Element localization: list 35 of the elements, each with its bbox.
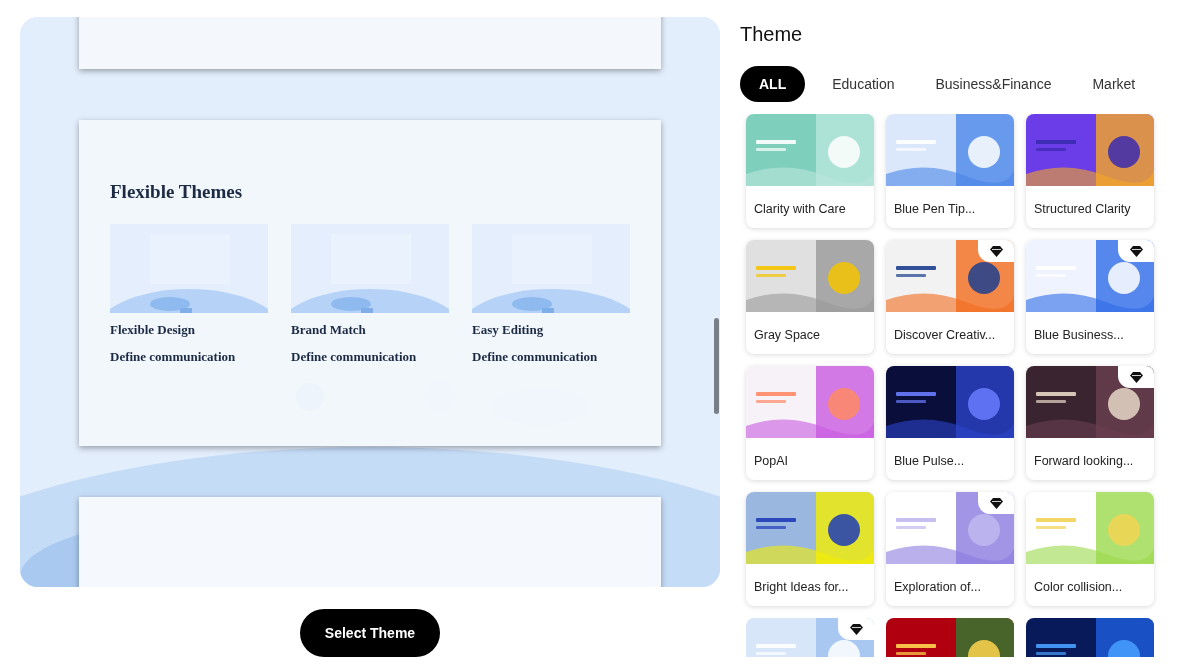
- card-title: Color collision...: [1033, 579, 1124, 596]
- card-title: Bright Ideas for...: [753, 579, 850, 596]
- card-title: Clarity with Care: [753, 201, 847, 218]
- theme-card[interactable]: Structured Clarity: [1026, 114, 1154, 228]
- card-title: Forward looking...: [1033, 453, 1135, 470]
- theme-card[interactable]: Exploration of...: [886, 492, 1014, 606]
- card-title: PopAI: [753, 453, 790, 470]
- theme-card[interactable]: Clarity with Care: [746, 114, 874, 228]
- panel-title: Theme: [740, 22, 804, 46]
- card-title: Blue Pulse...: [893, 453, 966, 470]
- card-title: Structured Clarity: [1033, 201, 1132, 218]
- diamond-icon: [989, 497, 1003, 509]
- card-title: Blue Business...: [1033, 327, 1125, 344]
- select-theme-button[interactable]: Select Theme: [299, 609, 441, 657]
- theme-card[interactable]: PopAI: [746, 366, 874, 480]
- theme-card[interactable]: Forward looking...: [1026, 366, 1154, 480]
- theme-card[interactable]: Bright Ideas for...: [746, 492, 874, 606]
- card-title: Exploration of...: [893, 579, 982, 596]
- category-tab[interactable]: Education: [818, 66, 909, 102]
- theme-card[interactable]: Gray Space: [746, 240, 874, 354]
- theme-card[interactable]: Blue Pulse...: [886, 366, 1014, 480]
- diamond-icon: [989, 245, 1003, 257]
- diamond-icon: [849, 623, 863, 635]
- card-title: Gray Space: [753, 327, 821, 344]
- diamond-icon: [1129, 245, 1143, 257]
- theme-card[interactable]: Blue Pen Tip...: [886, 114, 1014, 228]
- theme-card[interactable]: Discover Creativ...: [886, 240, 1014, 354]
- card-title: Discover Creativ...: [893, 327, 997, 344]
- category-tab[interactable]: ALL: [740, 66, 806, 102]
- theme-card[interactable]: Blue Business...: [1026, 240, 1154, 354]
- diamond-icon: [1129, 371, 1143, 383]
- category-tab[interactable]: Business&Finance: [921, 66, 1066, 102]
- category-tab[interactable]: Market: [1078, 66, 1150, 102]
- card-title: Blue Pen Tip...: [893, 201, 977, 218]
- theme-card[interactable]: Color collision...: [1026, 492, 1154, 606]
